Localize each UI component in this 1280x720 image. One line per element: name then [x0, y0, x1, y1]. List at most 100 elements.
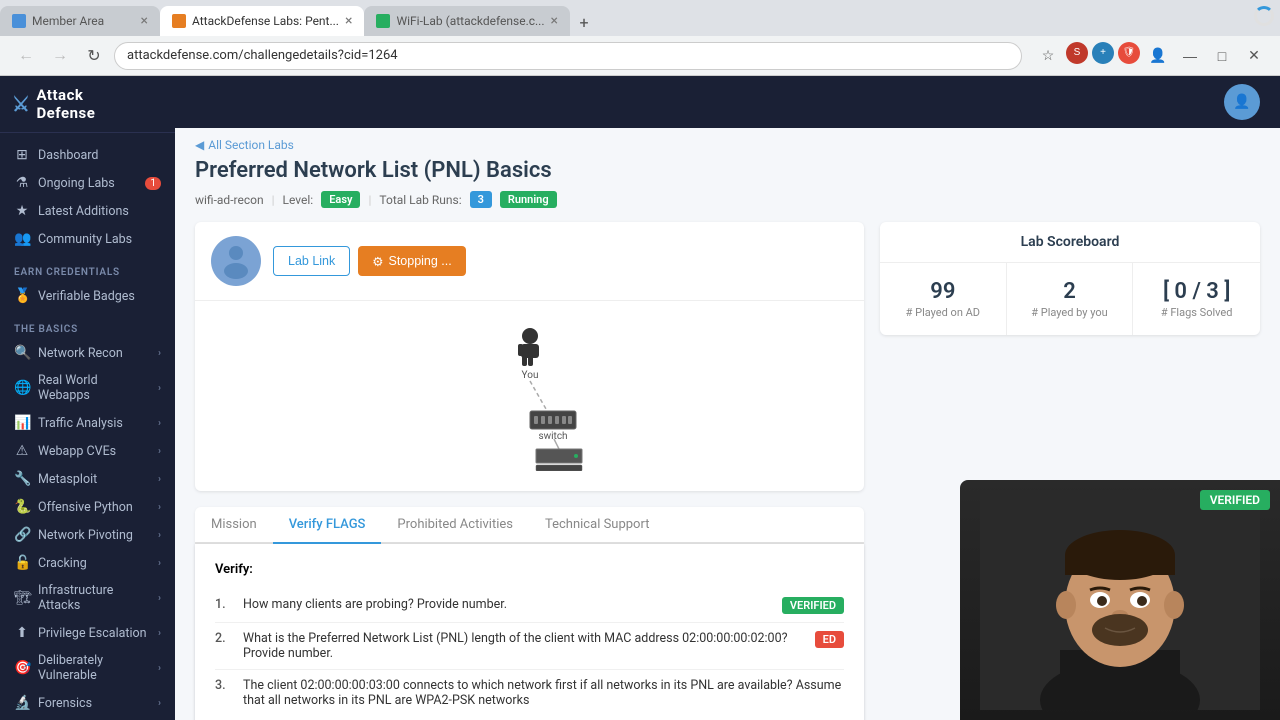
- sidebar-item-label: Webapp CVEs: [38, 444, 150, 459]
- sidebar-item-traffic[interactable]: 📊 Traffic Analysis ›: [0, 409, 175, 437]
- tab-prohibited[interactable]: Prohibited Activities: [381, 507, 529, 544]
- sidebar-item-deliberately-vulnerable[interactable]: 🎯 Deliberately Vulnerable ›: [0, 647, 175, 689]
- python-icon: 🐍: [14, 499, 30, 515]
- sidebar-item-cracking[interactable]: 🔓 Cracking ›: [0, 549, 175, 577]
- browser-tab-member-area[interactable]: Member Area ×: [0, 6, 160, 36]
- latest-icon: ★: [14, 203, 30, 219]
- extension-btn-1[interactable]: S: [1066, 42, 1088, 64]
- tab-mission[interactable]: Mission: [195, 507, 273, 544]
- sidebar-item-label: Traffic Analysis: [38, 416, 150, 431]
- logo-label: AttackDefense: [36, 86, 95, 122]
- scoreboard: Lab Scoreboard 99 # Played on AD 2 # Pla…: [880, 222, 1260, 335]
- level-badge: Easy: [321, 191, 360, 208]
- sidebar-item-community[interactable]: 👥 Community Labs: [0, 225, 175, 253]
- diagram-server-node: [536, 449, 582, 471]
- stopping-button[interactable]: ⚙ Stopping ...: [358, 246, 465, 276]
- stat-number-ad: 99: [890, 279, 996, 304]
- reload-button[interactable]: ↻: [80, 42, 108, 70]
- sidebar-item-metasploit[interactable]: 🔧 Metasploit ›: [0, 465, 175, 493]
- address-text: attackdefense.com/challengedetails?cid=1…: [127, 48, 398, 63]
- lab-link-button[interactable]: Lab Link: [273, 246, 350, 276]
- verify-text: What is the Preferred Network List (PNL)…: [243, 631, 805, 661]
- sidebar-item-ongoing-labs[interactable]: ⚗ Ongoing Labs 1: [0, 169, 175, 197]
- verify-list: 1. How many clients are probing? Provide…: [215, 589, 844, 716]
- stat-flags: [ 0 / 3 ] # Flags Solved: [1133, 263, 1260, 335]
- tab-verify-flags[interactable]: Verify FLAGS: [273, 507, 382, 544]
- sidebar-item-privesc[interactable]: ⬆ Privilege Escalation ›: [0, 619, 175, 647]
- chevron-icon: ›: [158, 383, 161, 394]
- tab-label: AttackDefense Labs: Pent...: [192, 14, 339, 28]
- user-avatar[interactable]: 👤: [1224, 84, 1260, 120]
- sidebar-item-badges[interactable]: 🏅 Verifiable Badges: [0, 282, 175, 310]
- chevron-icon: ›: [158, 698, 161, 709]
- sidebar-item-offensive-python[interactable]: 🐍 Offensive Python ›: [0, 493, 175, 521]
- sidebar-item-webapp-cves[interactable]: ⚠ Webapp CVEs ›: [0, 437, 175, 465]
- infrastructure-icon: 🏗: [14, 590, 30, 606]
- sidebar-item-label: Network Pivoting: [38, 528, 150, 543]
- stat-number-flags: [ 0 / 3 ]: [1143, 279, 1250, 304]
- sidebar-item-network-recon[interactable]: 🔍 Network Recon ›: [0, 339, 175, 367]
- chevron-icon: ›: [158, 628, 161, 639]
- sidebar-item-webapps[interactable]: 🌐 Real World Webapps ›: [0, 367, 175, 409]
- tab-close-btn[interactable]: ×: [345, 14, 352, 28]
- extension-btn-2[interactable]: +: [1092, 42, 1114, 64]
- tab-support[interactable]: Technical Support: [529, 507, 665, 544]
- privesc-icon: ⬆: [14, 625, 30, 641]
- lab-actions: Lab Link ⚙ Stopping ...: [273, 246, 466, 276]
- chevron-icon: ›: [158, 663, 161, 674]
- stat-number-you: 2: [1017, 279, 1123, 304]
- breadcrumb[interactable]: ◀ All Section Labs: [195, 128, 1260, 158]
- tab-close-btn[interactable]: ×: [141, 14, 148, 28]
- browser-tab-attackdefense[interactable]: AttackDefense Labs: Pent... ×: [160, 6, 364, 36]
- sidebar-item-label: Deliberately Vulnerable: [38, 653, 150, 683]
- chevron-icon: ›: [158, 348, 161, 359]
- browser-actions: ☆ S + 🛡 👤 — □ ✕: [1034, 42, 1268, 70]
- diagram-svg: You: [420, 321, 640, 471]
- tab-favicon: [172, 14, 186, 28]
- tab-close-btn[interactable]: ×: [551, 14, 558, 28]
- close-btn[interactable]: ✕: [1240, 42, 1268, 70]
- maximize-btn[interactable]: □: [1208, 42, 1236, 70]
- sidebar-item-label: Infrastructure Attacks: [38, 583, 150, 613]
- webcam-svg: [980, 490, 1260, 710]
- sidebar-item-infrastructure[interactable]: 🏗 Infrastructure Attacks ›: [0, 577, 175, 619]
- verify-item-1: 1. How many clients are probing? Provide…: [215, 589, 844, 623]
- traffic-icon: 📊: [14, 415, 30, 431]
- sidebar-item-forensics[interactable]: 🔬 Forensics ›: [0, 689, 175, 717]
- sidebar-item-label: Latest Additions: [38, 204, 161, 219]
- sidebar-main-section: ⊞ Dashboard ⚗ Ongoing Labs 1 ★ Latest Ad…: [0, 133, 175, 255]
- sidebar-item-latest[interactable]: ★ Latest Additions: [0, 197, 175, 225]
- profile-btn[interactable]: 👤: [1144, 42, 1172, 70]
- ongoing-labs-icon: ⚗: [14, 175, 30, 191]
- chevron-icon: ›: [158, 530, 161, 541]
- sidebar-item-label: Forensics: [38, 696, 150, 711]
- back-button[interactable]: ←: [12, 42, 40, 70]
- sidebar-item-label: Network Recon: [38, 346, 150, 361]
- lab-avatar: [211, 236, 261, 286]
- verify-text: The client 02:00:00:00:03:00 connects to…: [243, 678, 844, 708]
- chevron-icon: ›: [158, 502, 161, 513]
- meta-level-label: Level:: [283, 193, 314, 207]
- diagram-you-node: You: [518, 328, 539, 381]
- extension-btn-3[interactable]: 🛡: [1118, 42, 1140, 64]
- diagram-switch-node: switch: [530, 411, 576, 442]
- deliberately-vulnerable-icon: 🎯: [14, 660, 30, 676]
- stat-label-ad: # Played on AD: [890, 306, 996, 319]
- stat-played-you: 2 # Played by you: [1007, 263, 1134, 335]
- stat-played-ad: 99 # Played on AD: [880, 263, 1007, 335]
- forward-button[interactable]: →: [46, 42, 74, 70]
- sidebar-item-label: Dashboard: [38, 148, 161, 163]
- bookmark-btn[interactable]: ☆: [1034, 42, 1062, 70]
- tabs-section: Mission Verify FLAGS Prohibited Activiti…: [195, 507, 864, 720]
- tab-label: Member Area: [32, 14, 104, 28]
- sidebar-logo: ⚔ AttackDefense: [0, 76, 175, 133]
- new-tab-button[interactable]: +: [570, 8, 598, 36]
- browser-tab-wifi[interactable]: WiFi-Lab (attackdefense.c... ×: [364, 6, 570, 36]
- tab-favicon: [12, 14, 26, 28]
- address-bar[interactable]: attackdefense.com/challengedetails?cid=1…: [114, 42, 1022, 70]
- minimize-btn[interactable]: —: [1176, 42, 1204, 70]
- sidebar-item-pivoting[interactable]: 🔗 Network Pivoting ›: [0, 521, 175, 549]
- ongoing-labs-badge: 1: [145, 177, 161, 190]
- sidebar-item-label: Real World Webapps: [38, 373, 150, 403]
- sidebar-item-dashboard[interactable]: ⊞ Dashboard: [0, 141, 175, 169]
